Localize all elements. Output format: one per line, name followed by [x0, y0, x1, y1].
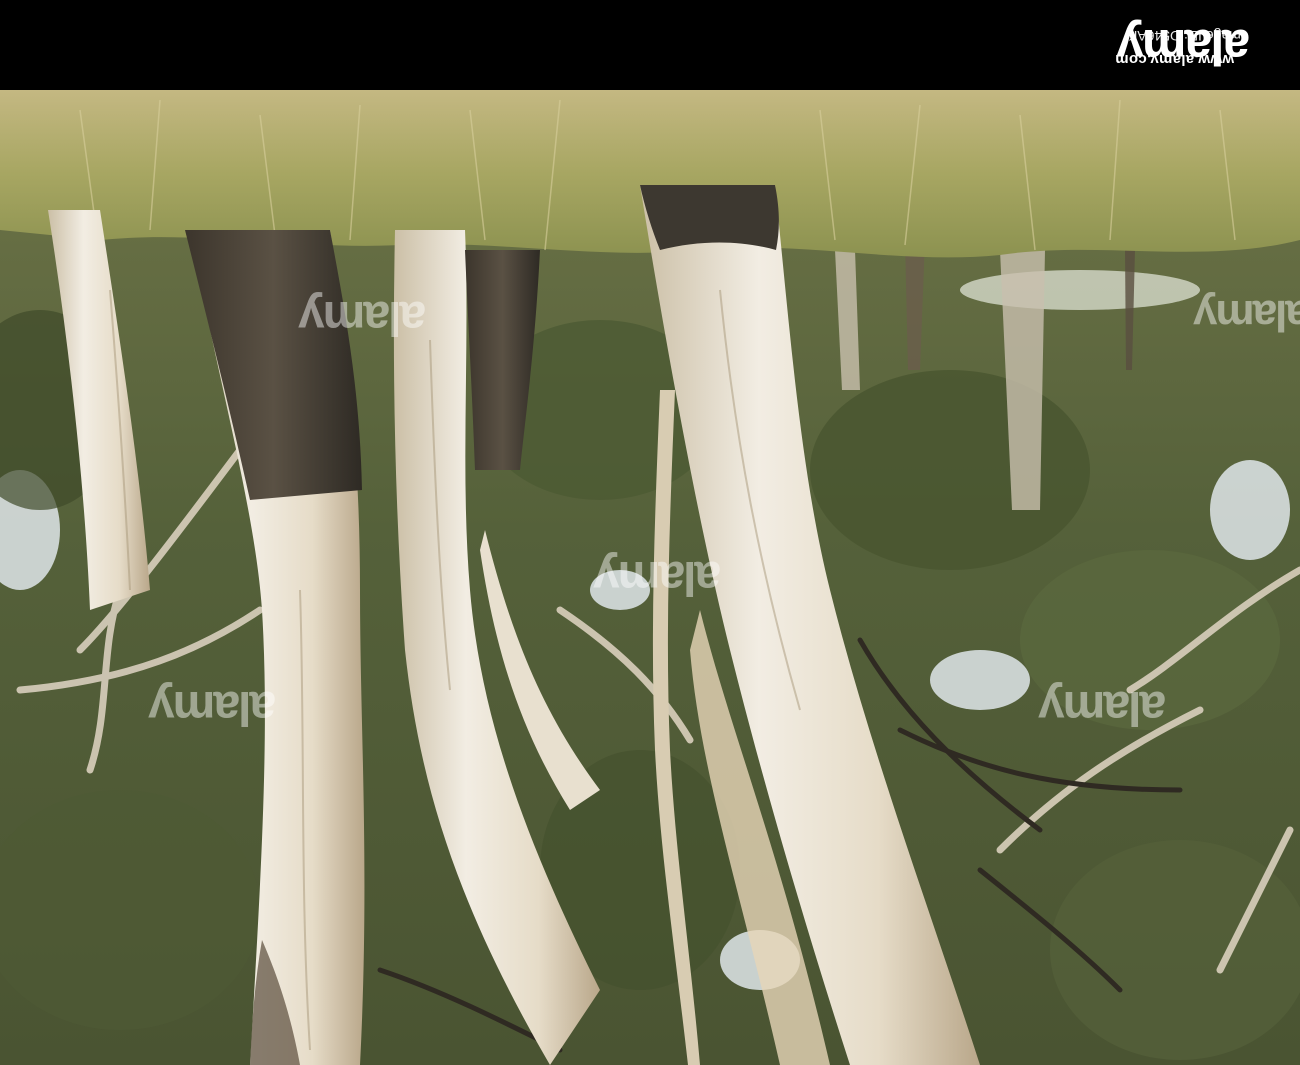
alamy-watermark: alamy [1195, 291, 1300, 340]
trunk-right-base [640, 185, 779, 250]
alamy-watermark: alamy [150, 681, 277, 734]
alamy-watermark: alamy [300, 291, 427, 344]
alamy-logo: alamy [1118, 19, 1250, 75]
alamy-watermark: alamy [1040, 681, 1167, 734]
alamy-info-bar: www.alamy.com Image ID: D546AK alamy [0, 0, 1300, 90]
image-frame: alamy alamy alamy alamy alamy www.alamy.… [0, 0, 1300, 1065]
alamy-watermark: alamy [595, 551, 722, 604]
